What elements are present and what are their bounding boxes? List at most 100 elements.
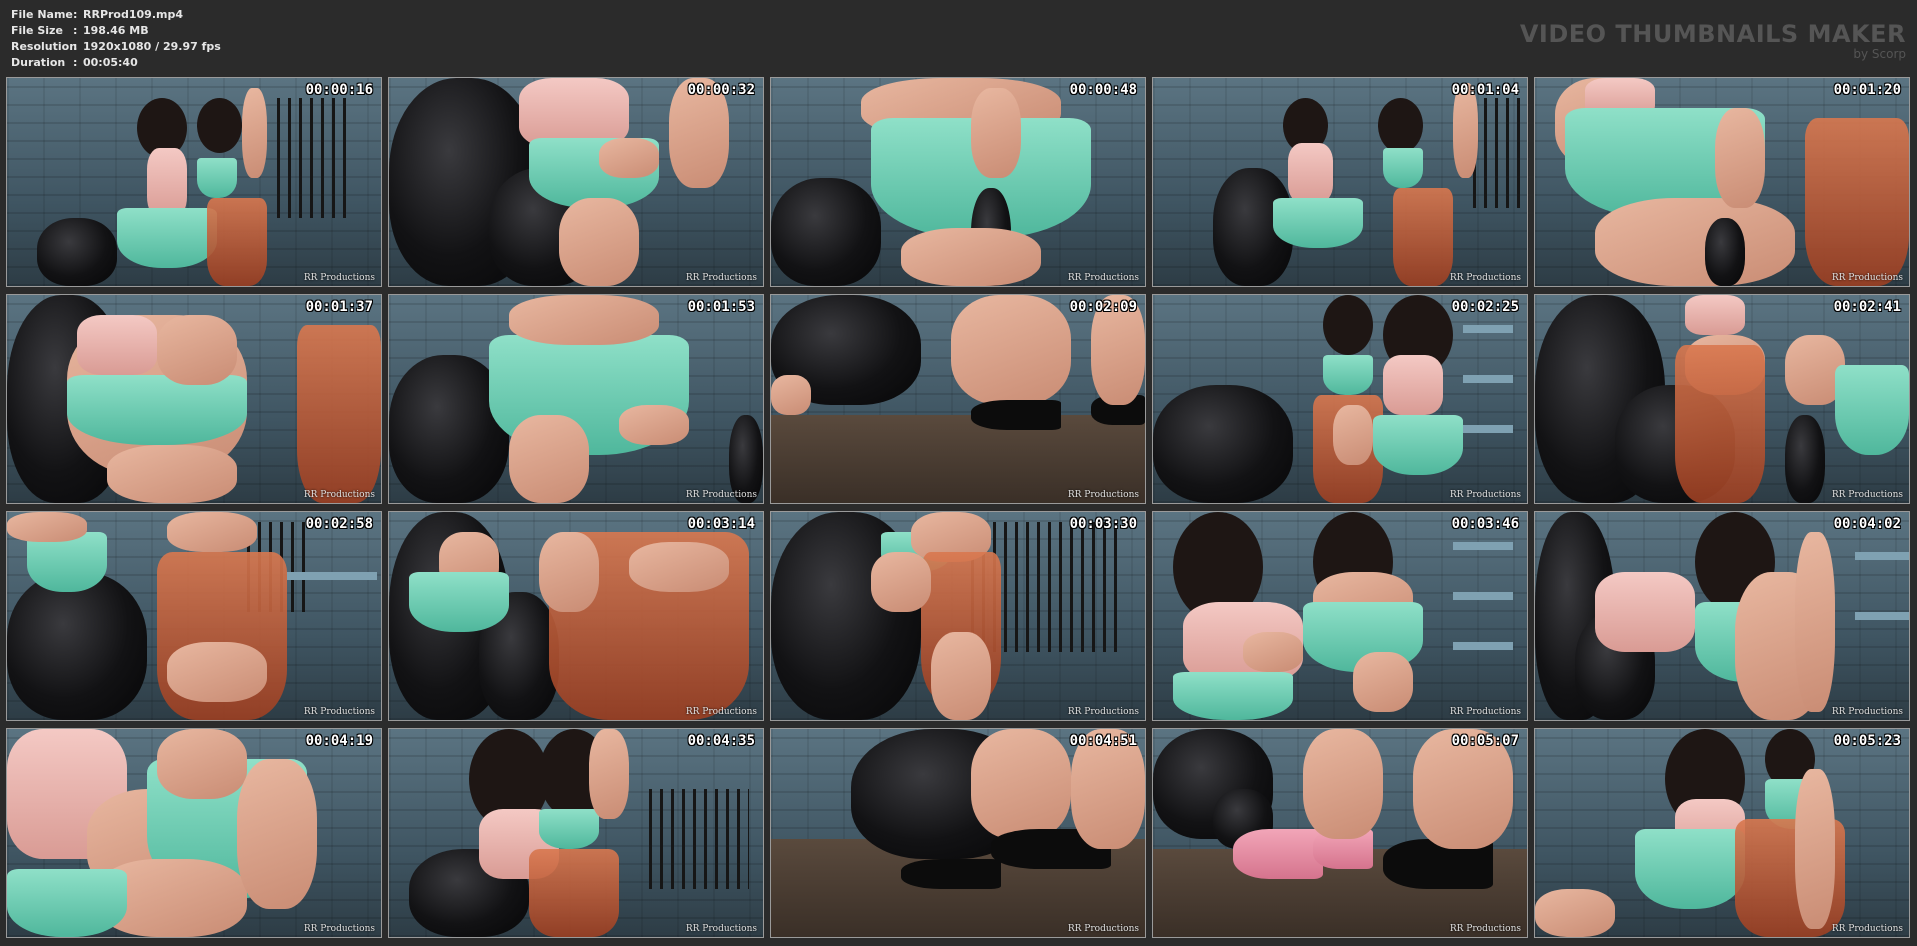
thumbnail-frame-image	[7, 295, 381, 503]
header: File Name : RRProd109.mp4 File Size : 19…	[0, 0, 1917, 76]
file-size-label: File Size	[11, 24, 63, 37]
thumbnail-timestamp: 00:03:46	[1451, 516, 1519, 532]
thumbnail-frame-image	[7, 512, 381, 720]
video-thumbnail: 00:02:25 RR Productions	[1152, 294, 1528, 504]
thumbnail-timestamp: 00:01:04	[1451, 82, 1519, 98]
thumbnail-timestamp: 00:02:25	[1451, 299, 1519, 315]
thumbnail-frame-image	[1535, 78, 1909, 286]
watermark: RR Productions	[1067, 707, 1139, 717]
thumbnail-timestamp: 00:05:07	[1451, 733, 1519, 749]
thumbnail-frame-image	[389, 729, 763, 937]
thumbnail-frame-image	[389, 512, 763, 720]
video-thumbnail: 00:01:04 RR Productions	[1152, 77, 1528, 287]
thumbnail-timestamp: 00:04:19	[305, 733, 373, 749]
watermark: RR Productions	[1449, 707, 1521, 717]
file-size-row: File Size : 198.46 MB	[11, 23, 221, 39]
thumbnail-frame-image	[1153, 512, 1527, 720]
thumbnail-timestamp: 00:00:32	[687, 82, 755, 98]
duration-row: Duration : 00:05:40	[11, 55, 221, 71]
thumbnail-timestamp: 00:03:30	[1069, 516, 1137, 532]
thumbnail-frame-image	[771, 729, 1145, 937]
thumbnail-frame-image	[1153, 295, 1527, 503]
file-name-row: File Name : RRProd109.mp4	[11, 7, 221, 23]
separator: :	[73, 56, 78, 69]
video-thumbnail: 00:03:46 RR Productions	[1152, 511, 1528, 721]
thumbnail-frame-image	[7, 729, 381, 937]
watermark: RR Productions	[1067, 273, 1139, 283]
thumbnail-timestamp: 00:02:09	[1069, 299, 1137, 315]
thumbnail-timestamp: 00:04:02	[1833, 516, 1901, 532]
file-info: File Name : RRProd109.mp4 File Size : 19…	[11, 7, 221, 71]
thumbnail-timestamp: 00:04:35	[687, 733, 755, 749]
thumbnail-frame-image	[771, 78, 1145, 286]
video-thumbnail: 00:04:02 RR Productions	[1534, 511, 1910, 721]
watermark: RR Productions	[303, 924, 375, 934]
watermark: RR Productions	[1831, 924, 1903, 934]
watermark: RR Productions	[685, 490, 757, 500]
watermark: RR Productions	[303, 273, 375, 283]
watermark: RR Productions	[1831, 273, 1903, 283]
thumbnail-frame-image	[7, 78, 381, 286]
watermark: RR Productions	[1449, 924, 1521, 934]
watermark: RR Productions	[685, 273, 757, 283]
video-thumbnail: 00:04:51 RR Productions	[770, 728, 1146, 938]
watermark: RR Productions	[1449, 273, 1521, 283]
resolution-label: Resolution	[11, 40, 78, 53]
thumbnail-frame-image	[771, 512, 1145, 720]
video-thumbnail: 00:01:37 RR Productions	[6, 294, 382, 504]
video-thumbnail: 00:00:16 RR Productions	[6, 77, 382, 287]
video-thumbnail: 00:00:48 RR Productions	[770, 77, 1146, 287]
watermark: RR Productions	[303, 707, 375, 717]
watermark: RR Productions	[1067, 490, 1139, 500]
thumbnail-grid: 00:00:16 RR Productions 00:00:32 RR Product…	[6, 77, 1910, 938]
video-thumbnail: 00:00:32 RR Productions	[388, 77, 764, 287]
thumbnail-timestamp: 00:02:58	[305, 516, 373, 532]
thumbnail-frame-image	[1535, 512, 1909, 720]
thumbnail-timestamp: 00:01:20	[1833, 82, 1901, 98]
resolution-row: Resolution : 1920x1080 / 29.97 fps	[11, 39, 221, 55]
thumbnail-timestamp: 00:01:53	[687, 299, 755, 315]
video-thumbnail: 00:01:20 RR Productions	[1534, 77, 1910, 287]
file-name-value: RRProd109.mp4	[83, 8, 183, 21]
watermark: RR Productions	[1831, 707, 1903, 717]
thumbnail-frame-image	[389, 295, 763, 503]
separator: :	[73, 40, 78, 53]
video-thumbnail: 00:05:23 RR Productions	[1534, 728, 1910, 938]
thumbnail-frame-image	[1153, 729, 1527, 937]
brand-logo: VIDEO THUMBNAILS MAKER by Scorp	[1520, 20, 1906, 61]
video-thumbnail: 00:03:30 RR Productions	[770, 511, 1146, 721]
duration-label: Duration	[11, 56, 66, 69]
watermark: RR Productions	[1831, 490, 1903, 500]
thumbnail-timestamp: 00:00:48	[1069, 82, 1137, 98]
brand-title: VIDEO THUMBNAILS MAKER	[1519, 20, 1906, 48]
duration-value: 00:05:40	[83, 56, 138, 69]
watermark: RR Productions	[685, 924, 757, 934]
thumbnail-timestamp: 00:05:23	[1833, 733, 1901, 749]
thumbnail-frame-image	[1153, 78, 1527, 286]
thumbnail-frame-image	[1535, 295, 1909, 503]
thumbnail-timestamp: 00:03:14	[687, 516, 755, 532]
thumbnail-timestamp: 00:02:41	[1833, 299, 1901, 315]
video-thumbnail: 00:04:19 RR Productions	[6, 728, 382, 938]
resolution-value: 1920x1080 / 29.97 fps	[83, 40, 221, 53]
thumbnail-timestamp: 00:01:37	[305, 299, 373, 315]
watermark: RR Productions	[685, 707, 757, 717]
thumbnail-frame-image	[389, 78, 763, 286]
separator: :	[73, 24, 78, 37]
watermark: RR Productions	[303, 490, 375, 500]
thumbnail-frame-image	[771, 295, 1145, 503]
contact-sheet: File Name : RRProd109.mp4 File Size : 19…	[0, 0, 1917, 946]
file-name-label: File Name	[11, 8, 73, 21]
separator: :	[73, 8, 78, 21]
video-thumbnail: 00:02:58 RR Productions	[6, 511, 382, 721]
watermark: RR Productions	[1067, 924, 1139, 934]
video-thumbnail: 00:04:35 RR Productions	[388, 728, 764, 938]
thumbnail-frame-image	[1535, 729, 1909, 937]
video-thumbnail: 00:03:14 RR Productions	[388, 511, 764, 721]
video-thumbnail: 00:02:09 RR Productions	[770, 294, 1146, 504]
video-thumbnail: 00:02:41 RR Productions	[1534, 294, 1910, 504]
watermark: RR Productions	[1449, 490, 1521, 500]
brand-subtitle: by Scorp	[1853, 47, 1906, 61]
thumbnail-timestamp: 00:00:16	[305, 82, 373, 98]
file-size-value: 198.46 MB	[83, 24, 149, 37]
